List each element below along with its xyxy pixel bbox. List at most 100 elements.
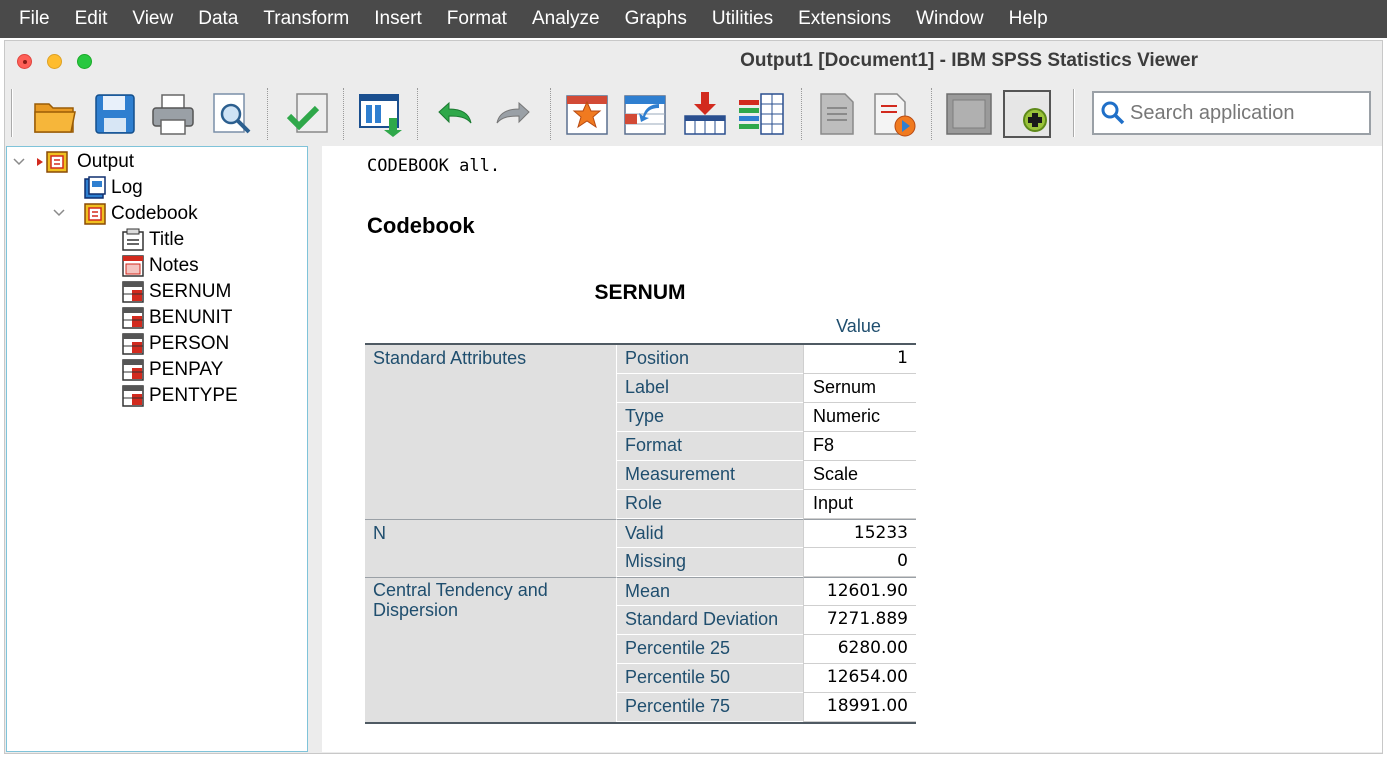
table-row[interactable]: Measurement Scale <box>365 461 916 490</box>
table-row[interactable]: Role Input <box>365 490 916 519</box>
undo-icon <box>438 101 472 124</box>
codebook-pivot-table[interactable]: Standard Attributes Position 1 Label Sernum T… <box>365 343 916 724</box>
row-group-spacer <box>365 693 616 722</box>
menu-analyze[interactable]: Analyze <box>523 0 616 38</box>
table-row[interactable]: Percentile 50 12654.00 <box>365 664 916 693</box>
save-button[interactable] <box>91 90 139 138</box>
variables-button[interactable] <box>737 90 785 138</box>
table-row[interactable]: Percentile 25 6280.00 <box>365 635 916 664</box>
table-row[interactable]: N Valid 15233 <box>365 519 916 548</box>
hide-icon <box>946 93 992 135</box>
cell-value[interactable]: 6280.00 <box>803 635 916 664</box>
undo-button[interactable] <box>431 90 479 138</box>
cell-value[interactable]: 15233 <box>803 519 916 548</box>
menu-utilities[interactable]: Utilities <box>703 0 789 38</box>
menu-format[interactable]: Format <box>438 0 523 38</box>
chevron-down-icon[interactable] <box>52 206 66 220</box>
tree-item-notes[interactable]: Notes <box>121 253 199 279</box>
outline-pane[interactable]: Output Log Codebook Title Notes SERNUM B… <box>6 146 308 752</box>
goto-data-button[interactable] <box>563 90 611 138</box>
tree-item-label: Title <box>149 229 185 250</box>
table-row[interactable]: Format F8 <box>365 432 916 461</box>
tree-item-label: Notes <box>149 255 199 276</box>
cell-value[interactable]: 12654.00 <box>803 664 916 693</box>
row-label: Missing <box>616 548 803 577</box>
insert-output-button[interactable] <box>1003 90 1051 138</box>
table-icon <box>121 358 145 382</box>
arrow-book-icon <box>29 150 73 174</box>
menu-window[interactable]: Window <box>907 0 1000 38</box>
run-script-button[interactable] <box>869 90 917 138</box>
table-row[interactable]: Missing 0 <box>365 548 916 577</box>
print-preview-button[interactable] <box>207 90 255 138</box>
menu-file[interactable]: File <box>10 0 66 38</box>
goto-data-icon <box>566 95 608 135</box>
toolbar-grip[interactable] <box>11 89 13 137</box>
cell-value[interactable]: Scale <box>803 461 916 490</box>
table-row[interactable]: Percentile 75 18991.00 <box>365 693 916 722</box>
tree-item-label: SERNUM <box>149 281 232 302</box>
menu-data[interactable]: Data <box>189 0 254 38</box>
row-label: Mean <box>616 577 803 606</box>
export-button[interactable] <box>285 90 333 138</box>
cell-value[interactable]: 7271.889 <box>803 606 916 635</box>
toolbar-separator <box>931 88 932 140</box>
row-label: Format <box>616 432 803 461</box>
output-content-pane[interactable]: CODEBOOK all. Codebook SERNUM Value Stan… <box>322 146 1382 752</box>
row-group-spacer <box>365 403 616 432</box>
open-button[interactable] <box>31 90 79 138</box>
table-row[interactable]: Type Numeric <box>365 403 916 432</box>
cell-value[interactable]: 18991.00 <box>803 693 916 722</box>
tree-item-person[interactable]: PERSON <box>121 331 229 357</box>
search-application-box[interactable] <box>1092 91 1371 135</box>
table-row[interactable]: Standard Attributes Position 1 <box>365 345 916 374</box>
tree-item-codebook[interactable]: Codebook <box>83 201 198 227</box>
menu-help[interactable]: Help <box>1000 0 1064 38</box>
tree-item-pentype[interactable]: PENTYPE <box>121 383 238 409</box>
syntax-log: CODEBOOK all. <box>367 156 501 176</box>
goto-variable-button[interactable] <box>681 90 729 138</box>
menu-edit[interactable]: Edit <box>66 0 124 38</box>
toolbar-separator <box>343 88 344 140</box>
cell-value[interactable]: Numeric <box>803 403 916 432</box>
hide-button[interactable] <box>945 90 993 138</box>
redo-button[interactable] <box>489 90 537 138</box>
table-row[interactable]: Label Sernum <box>365 374 916 403</box>
title-icon <box>121 228 145 252</box>
menu-transform[interactable]: Transform <box>254 0 365 38</box>
cell-value[interactable]: F8 <box>803 432 916 461</box>
recall-dialog-button[interactable] <box>357 90 405 138</box>
log-icon <box>83 176 107 200</box>
toolbar-separator <box>417 88 418 140</box>
goto-variable-icon <box>684 92 726 135</box>
menu-graphs[interactable]: Graphs <box>616 0 703 38</box>
tree-item-penpay[interactable]: PENPAY <box>121 357 223 383</box>
cell-value[interactable]: 0 <box>803 548 916 577</box>
cell-value[interactable]: 12601.90 <box>803 577 916 606</box>
cell-value[interactable]: 1 <box>803 345 916 374</box>
tree-item-label: BENUNIT <box>149 307 233 328</box>
menu-view[interactable]: View <box>123 0 189 38</box>
pane-splitter[interactable] <box>308 146 322 752</box>
row-group-label: N <box>365 519 616 548</box>
designate-window-button[interactable] <box>813 90 861 138</box>
chevron-down-icon[interactable] <box>12 155 26 169</box>
table-icon <box>121 384 145 408</box>
search-input[interactable] <box>1130 101 1360 125</box>
cell-value[interactable]: Sernum <box>803 374 916 403</box>
table-row[interactable]: Central Tendency and Dispersion Mean 12601… <box>365 577 916 620</box>
menu-insert[interactable]: Insert <box>365 0 438 38</box>
toolbar-grip[interactable] <box>1073 89 1075 137</box>
tree-item-log[interactable]: Log <box>83 175 143 201</box>
tree-item-title[interactable]: Title <box>121 227 184 253</box>
tree-item-label: Log <box>111 177 143 198</box>
print-button[interactable] <box>149 90 197 138</box>
tree-item-benunit[interactable]: BENUNIT <box>121 305 232 331</box>
goto-case-button[interactable] <box>621 90 669 138</box>
menu-extensions[interactable]: Extensions <box>789 0 907 38</box>
export-icon <box>286 93 328 133</box>
row-group-label: Central Tendency and Dispersion <box>365 577 616 620</box>
tree-item-output[interactable]: Output <box>29 149 134 175</box>
cell-value[interactable]: Input <box>803 490 916 519</box>
tree-item-sernum[interactable]: SERNUM <box>121 279 231 305</box>
